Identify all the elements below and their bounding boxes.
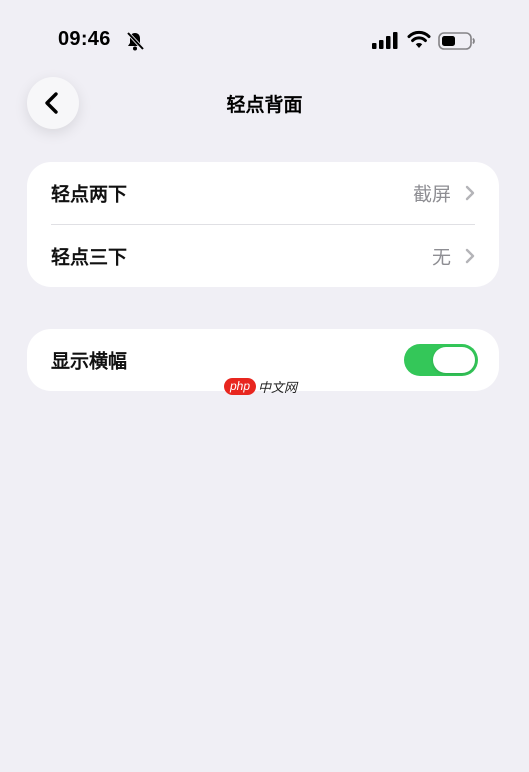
double-tap-row[interactable]: 轻点两下 截屏	[27, 162, 499, 224]
double-tap-label: 轻点两下	[51, 183, 128, 206]
back-tap-actions-group: 轻点两下 截屏 轻点三下 无	[27, 162, 499, 287]
battery-icon	[438, 32, 475, 50]
status-bar: 09:46	[0, 0, 529, 80]
triple-tap-value: 无	[431, 246, 451, 269]
toggle-knob	[433, 347, 475, 373]
triple-tap-row[interactable]: 轻点三下 无	[27, 225, 499, 287]
watermark-logo: php	[224, 377, 257, 395]
status-time: 09:46	[58, 28, 111, 50]
chevron-right-icon	[465, 248, 475, 264]
triple-tap-label: 轻点三下	[51, 246, 128, 269]
show-banner-toggle[interactable]	[404, 344, 478, 376]
watermark: php 中文网	[224, 377, 298, 396]
show-banner-label: 显示横幅	[51, 350, 128, 373]
double-tap-value: 截屏	[412, 183, 451, 206]
bell-slash-icon	[126, 31, 145, 51]
navigation-bar: 轻点背面	[0, 70, 529, 134]
wifi-icon	[407, 30, 431, 48]
page-title: 轻点背面	[226, 94, 303, 116]
watermark-text: 中文网	[258, 380, 298, 396]
cellular-signal-icon	[372, 32, 398, 49]
chevron-right-icon	[465, 185, 475, 201]
